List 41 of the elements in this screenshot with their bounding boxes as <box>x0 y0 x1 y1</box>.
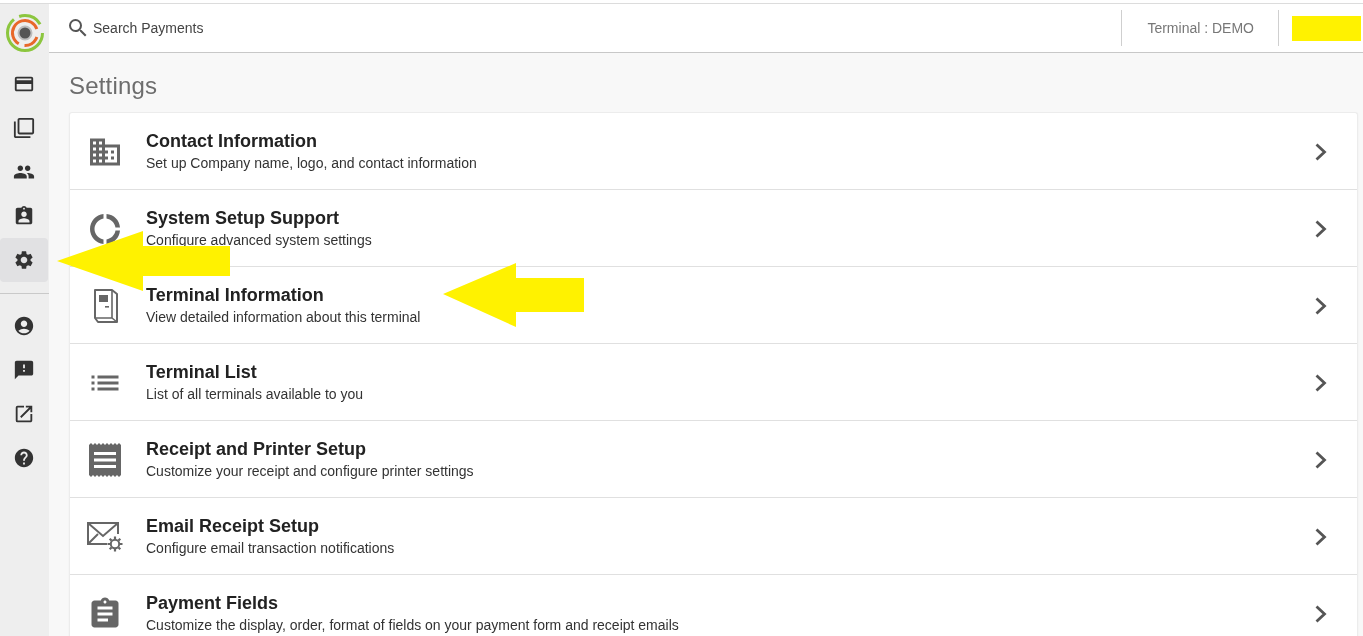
setting-title: System Setup Support <box>146 207 340 229</box>
settings-row[interactable]: Email Receipt Setup Configure email transaction notifications <box>70 498 1357 575</box>
settings-row[interactable]: Payment Fields Customize the display, order, format of fields on your payment form and receipt emails <box>70 575 1357 636</box>
settings-icon <box>13 249 35 271</box>
email-gear-icon <box>87 522 123 552</box>
setting-description: List of all terminals available to you <box>146 385 364 403</box>
setting-title: Receipt and Printer Setup <box>146 438 367 460</box>
settings-row[interactable]: Receipt and Printer Setup Customize your receipt and configure printer settings <box>70 421 1357 498</box>
setting-description: Customize your receipt and configure printer settings <box>146 462 474 480</box>
setting-description: Configure advanced system settings <box>146 231 372 249</box>
setting-description: View detailed information about this terminal <box>146 308 421 326</box>
logo-icon <box>4 13 45 53</box>
chevron-right-icon <box>1315 605 1327 623</box>
chevron-right-icon <box>1315 297 1327 315</box>
terminal-label: Terminal : DEMO <box>1146 20 1255 36</box>
chevron-right-icon <box>1315 220 1327 238</box>
account-icon <box>13 315 35 337</box>
chevron-right-icon <box>1315 451 1327 469</box>
setting-title: Terminal Information <box>146 284 324 306</box>
settings-row[interactable]: System Setup Support Configure advanced system settings <box>70 190 1357 267</box>
setting-title: Contact Information <box>146 130 317 152</box>
id-badge-icon <box>13 205 35 227</box>
page-title: Settings <box>69 71 159 101</box>
settings-row[interactable]: Terminal List List of all terminals available to you <box>70 344 1357 421</box>
setting-title: Email Receipt Setup <box>146 515 320 537</box>
copy-icon <box>13 117 35 139</box>
chevron-right-icon <box>1315 143 1327 161</box>
settings-row[interactable]: Contact Information Set up Company name, logo, and contact information <box>70 113 1357 190</box>
chevron-right-icon <box>1315 374 1327 392</box>
search-field[interactable]: Search Payments <box>93 16 393 40</box>
settings-row[interactable]: Terminal Information View detailed information about this terminal <box>70 267 1357 344</box>
setting-description: Customize the display, order, format of fields on your payment form and receipt emails <box>146 616 679 634</box>
setting-title: Payment Fields <box>146 592 279 614</box>
receipt-icon <box>89 443 121 477</box>
help-icon <box>13 447 35 469</box>
setting-description: Set up Company name, logo, and contact information <box>146 154 477 172</box>
chevron-right-icon <box>1315 528 1327 546</box>
open-external-icon <box>13 403 35 425</box>
setting-description: Configure email transaction notifications <box>146 539 395 557</box>
feedback-icon <box>13 359 35 381</box>
setting-title: Terminal List <box>146 361 257 383</box>
